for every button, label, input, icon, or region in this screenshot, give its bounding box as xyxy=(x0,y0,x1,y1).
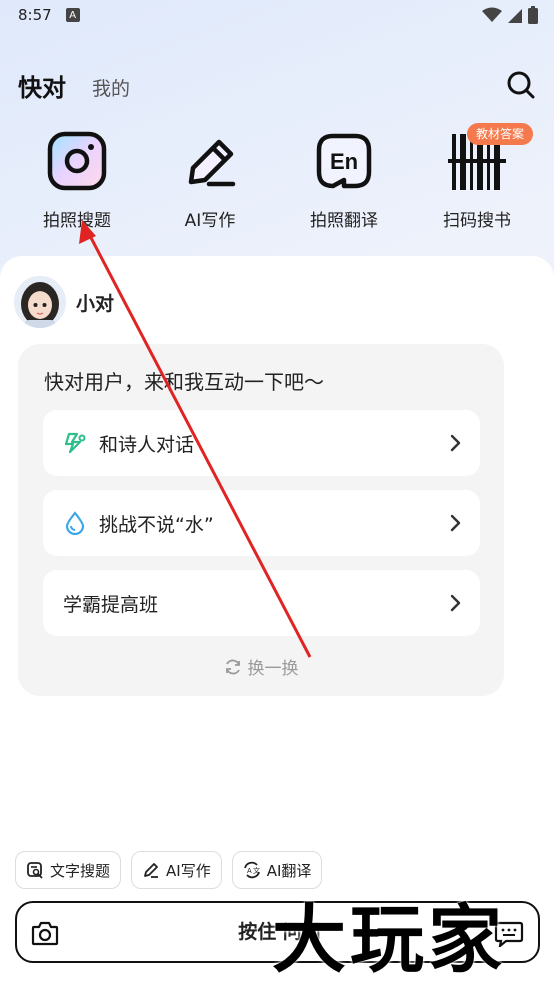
pen-icon xyxy=(144,863,159,878)
chevron-right-icon xyxy=(450,514,461,532)
tool-label: 拍照翻译 xyxy=(310,211,378,231)
watermark-logo: 大玩家 xyxy=(272,897,506,983)
svg-text:En: En xyxy=(330,149,358,174)
status-bar: 8:57 A xyxy=(0,0,554,30)
option-label: 挑战不说“水” xyxy=(99,513,214,536)
avatar xyxy=(14,276,66,328)
option-label: 和诗人对话 xyxy=(99,433,195,456)
search-icon[interactable] xyxy=(506,70,536,100)
chip-ai-writing[interactable]: AI写作 xyxy=(131,851,222,889)
text-search-icon xyxy=(27,862,43,879)
translate-en-icon: En xyxy=(311,128,377,194)
chip-label: AI写作 xyxy=(166,861,211,880)
tool-grid: 拍照搜题 AI写作 En 拍照翻译 扫码搜书 教材答案 xyxy=(0,123,554,238)
wifi-icon xyxy=(482,7,502,22)
refresh-label: 换一换 xyxy=(247,659,299,679)
tool-photo-translate[interactable]: En 拍照翻译 xyxy=(279,128,409,231)
refresh-icon xyxy=(225,659,240,674)
pen-icon xyxy=(177,128,243,194)
chip-label: 文字搜题 xyxy=(50,861,111,880)
tool-ai-writing[interactable]: AI写作 xyxy=(145,128,275,231)
bot-header: 小对 xyxy=(14,276,114,328)
tool-label: AI写作 xyxy=(184,211,236,231)
textbook-answers-badge: 教材答案 xyxy=(467,123,534,145)
suggestion-card: 快对用户，来和我互动一下吧〜 和诗人对话 挑战不说“水” 学霸提高班 换一换 xyxy=(18,344,504,696)
chat-sheet: 小对 快对用户，来和我互动一下吧〜 和诗人对话 挑战不说“水” 学霸提高班 换一… xyxy=(0,256,554,984)
signal-icon xyxy=(508,9,522,23)
chip-text-search[interactable]: 文字搜题 xyxy=(15,851,122,889)
translate-icon: A 文 xyxy=(243,861,260,879)
option-no-water-challenge[interactable]: 挑战不说“水” xyxy=(43,490,480,556)
svg-text:A: A xyxy=(247,868,252,875)
camera-icon xyxy=(44,128,110,194)
poet-icon xyxy=(64,432,86,454)
card-title: 快对用户，来和我互动一下吧〜 xyxy=(44,370,324,394)
top-nav: 快对 我的 xyxy=(0,60,554,110)
tool-label: 扫码搜书 xyxy=(443,211,511,231)
option-poet-chat[interactable]: 和诗人对话 xyxy=(43,410,480,476)
refresh-button[interactable]: 换一换 xyxy=(18,654,504,679)
chevron-right-icon xyxy=(450,594,461,612)
tab-kuaidui[interactable]: 快对 xyxy=(18,68,66,103)
chevron-right-icon xyxy=(450,434,461,452)
tool-label: 拍照搜题 xyxy=(43,211,111,231)
water-drop-icon xyxy=(65,511,85,535)
bot-name: 小对 xyxy=(76,292,115,315)
notification-icon: A xyxy=(65,8,80,22)
option-label: 学霸提高班 xyxy=(63,593,159,616)
tab-mine[interactable]: 我的 xyxy=(92,74,130,101)
svg-text:文: 文 xyxy=(253,866,260,875)
option-top-student-class[interactable]: 学霸提高班 xyxy=(43,570,480,636)
status-time: 8:57 xyxy=(18,6,52,24)
chip-label: AI翻译 xyxy=(266,861,312,880)
tool-photo-search[interactable]: 拍照搜题 xyxy=(12,128,142,231)
battery-icon xyxy=(528,6,538,24)
